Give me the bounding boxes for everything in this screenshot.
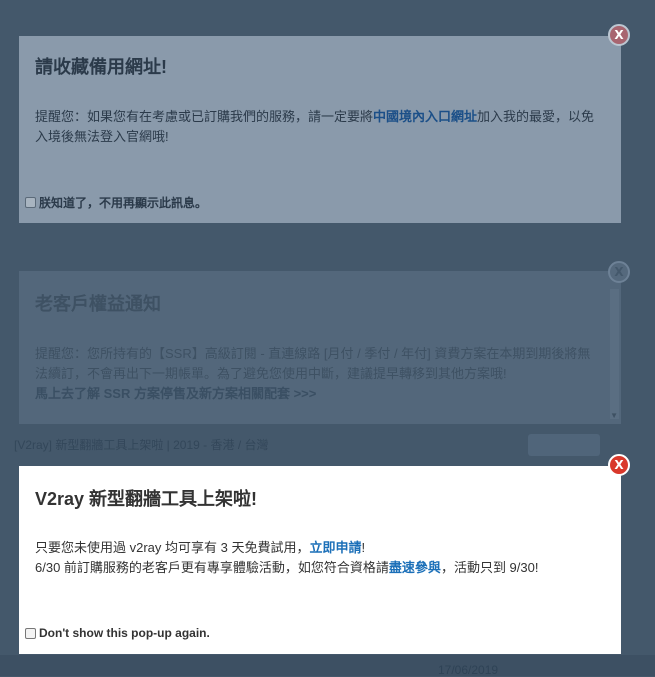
- line2-text-before: 6/30 前訂購服務的老客戶更有專享體驗活動，如您符合資格請: [35, 560, 389, 575]
- dont-show-checkbox[interactable]: [25, 627, 36, 639]
- scroll-down-icon[interactable]: ▼: [610, 411, 618, 420]
- popup-backup-url-title: 請收藏備用網址!: [35, 57, 167, 77]
- close-icon[interactable]: X: [608, 261, 630, 283]
- popup-customer-notice-text: 提醒您：您所持有的【SSR】高級訂閱 - 直連線路 [月付 / 季付 / 年付]…: [35, 346, 591, 381]
- background-row: [V2ray] 新型翻牆工具上架啦 | 2019 - 香港 / 台灣: [14, 438, 269, 452]
- china-entry-url-link[interactable]: 中國境內入口網址: [373, 109, 477, 124]
- dont-show-checkbox-label: Don't show this pop-up again.: [39, 626, 210, 640]
- dismiss-checkbox[interactable]: [25, 197, 36, 208]
- apply-now-link[interactable]: 立即申請: [309, 540, 361, 555]
- popup-backup-url-dismiss-option[interactable]: 朕知道了，不用再顯示此訊息。: [25, 194, 207, 211]
- popup-v2ray: V2ray 新型翻牆工具上架啦! 只要您未使用過 v2ray 均可享有 3 天免…: [19, 466, 621, 654]
- popup-customer-notice-title: 老客戶權益通知: [35, 294, 161, 314]
- popup-backup-url-text: 提醒您：如果您有在考慮或已訂購我們的服務，請一定要將中國境內入口網址加入我的最愛…: [35, 107, 605, 147]
- popup-v2ray-dismiss-option[interactable]: Don't show this pop-up again.: [25, 626, 210, 640]
- line2-text-after: ，活動只到 9/30!: [440, 560, 539, 575]
- ssr-plan-info-link[interactable]: 馬上去了解 SSR 方案停售及新方案相關配套 >>>: [35, 384, 600, 404]
- popup-customer-notice-body: 提醒您：您所持有的【SSR】高級訂閱 - 直連線路 [月付 / 季付 / 年付]…: [35, 344, 600, 404]
- background-button: [528, 434, 600, 456]
- dismiss-checkbox-label: 朕知道了，不用再顯示此訊息。: [39, 196, 208, 210]
- close-icon[interactable]: X: [608, 24, 630, 46]
- line1-text-before: 只要您未使用過 v2ray 均可享有 3 天免費試用，: [35, 540, 310, 555]
- popup-v2ray-line1: 只要您未使用過 v2ray 均可享有 3 天免費試用，立即申請!: [35, 538, 605, 558]
- popup-backup-url-text-before: 提醒您：如果您有在考慮或已訂購我們的服務，請一定要將: [35, 109, 374, 124]
- close-icon[interactable]: X: [608, 454, 630, 476]
- popup-v2ray-line2: 6/30 前訂購服務的老客戶更有專享體驗活動，如您符合資格請盡速參與，活動只到 …: [35, 558, 605, 578]
- background-date: 17/06/2019: [438, 663, 499, 677]
- scrollbar[interactable]: [610, 289, 619, 419]
- popup-customer-notice: 老客戶權益通知 提醒您：您所持有的【SSR】高級訂閱 - 直連線路 [月付 / …: [19, 271, 621, 424]
- background-footer: [0, 655, 655, 676]
- line1-text-after: !: [361, 540, 366, 555]
- popup-backup-url: 請收藏備用網址! 提醒您：如果您有在考慮或已訂購我們的服務，請一定要將中國境內入…: [19, 36, 621, 223]
- join-now-link[interactable]: 盡速參與: [389, 560, 441, 575]
- popup-v2ray-body: 只要您未使用過 v2ray 均可享有 3 天免費試用，立即申請! 6/30 前訂…: [35, 538, 605, 578]
- popup-v2ray-title: V2ray 新型翻牆工具上架啦!: [35, 489, 258, 509]
